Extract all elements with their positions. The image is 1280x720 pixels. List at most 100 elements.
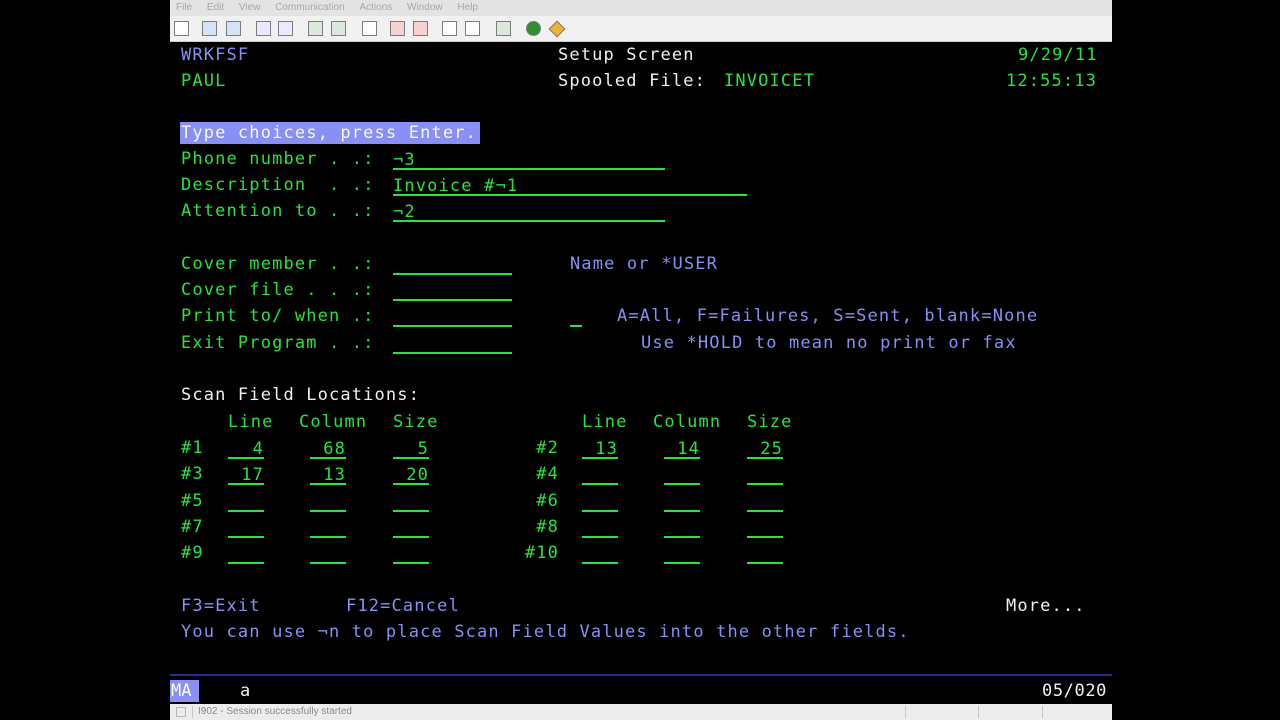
scan-column-input[interactable] [664, 518, 700, 538]
menu-edit[interactable]: Edit [207, 2, 224, 13]
scan-column-input[interactable] [664, 465, 700, 485]
program-name: WRKFSF [181, 45, 250, 65]
scan-column-input[interactable] [664, 492, 700, 512]
stop-icon[interactable] [465, 21, 480, 36]
menu-file[interactable]: File [176, 2, 192, 13]
spooled-file-label: Spooled File: [558, 71, 707, 91]
menu-help[interactable]: Help [457, 2, 478, 13]
status-divider [978, 706, 979, 718]
description-input[interactable]: Invoice #¬1 [393, 176, 747, 196]
help-message: You can use ¬n to place Scan Field Value… [181, 622, 910, 642]
instruction-text: Type choices, press Enter. [180, 122, 481, 144]
edit-icon[interactable] [548, 20, 566, 38]
clipboard-icon[interactable] [496, 21, 511, 36]
menu-window[interactable]: Window [407, 2, 443, 13]
scan-column-input[interactable]: 13 [310, 465, 346, 485]
phone-number-label: Phone number . .: [181, 149, 375, 169]
macro-icon[interactable] [413, 21, 428, 36]
emulator-window: File Edit View Communication Actions Win… [170, 0, 1112, 720]
scan-line-input[interactable] [228, 518, 264, 538]
status-divider [905, 706, 906, 718]
cover-member-input[interactable] [393, 255, 512, 275]
status-divider [192, 706, 193, 718]
scan-line-input[interactable] [582, 465, 618, 485]
status-divider [1042, 706, 1043, 718]
scan-line-input[interactable]: 4 [228, 439, 264, 459]
scan-size-input[interactable] [393, 492, 429, 512]
scan-column-input[interactable] [310, 492, 346, 512]
scan-left-size-header: Size [393, 412, 439, 432]
scan-left-line-header: Line [228, 412, 274, 432]
exit-program-input[interactable] [393, 334, 512, 354]
menu-actions[interactable]: Actions [359, 2, 392, 13]
scan-field-id: #2 [536, 438, 559, 458]
play-icon[interactable] [442, 21, 457, 36]
scan-size-input[interactable] [747, 465, 783, 485]
scan-line-input[interactable] [228, 544, 264, 564]
print-when-hint: A=All, F=Failures, S=Sent, blank=None [617, 306, 1039, 326]
scan-field-id: #3 [181, 464, 204, 484]
terminal-screen[interactable]: WRKFSF Setup Screen 9/29/11 PAUL Spooled… [170, 42, 1112, 674]
print-when-input[interactable] [570, 307, 582, 327]
scan-right-column-header: Column [653, 412, 722, 432]
date: 9/29/11 [1018, 45, 1098, 65]
print-to-input[interactable] [393, 307, 512, 327]
f12-cancel[interactable]: F12=Cancel [346, 595, 460, 617]
scan-size-input[interactable] [747, 518, 783, 538]
cover-member-hint: Name or *USER [570, 254, 719, 274]
cursor-position: 05/020 [1042, 681, 1108, 701]
scan-left-column-header: Column [299, 412, 368, 432]
chart-icon[interactable] [362, 21, 377, 36]
print-to-label: Print to/ when .: [181, 306, 375, 326]
send-icon[interactable] [256, 21, 271, 36]
scan-line-input[interactable] [582, 544, 618, 564]
receive-icon[interactable] [278, 21, 293, 36]
f3-exit[interactable]: F3=Exit [181, 595, 261, 617]
paste-icon[interactable] [226, 21, 241, 36]
operator-info-area: MA a 05/020 [170, 674, 1112, 704]
display-icon[interactable] [308, 21, 323, 36]
oia-mode: MA [170, 680, 200, 702]
record-icon[interactable] [390, 21, 405, 36]
scan-field-id: #7 [181, 517, 204, 537]
scan-field-id: #10 [524, 543, 559, 563]
scan-line-input[interactable]: 17 [228, 465, 264, 485]
scan-right-size-header: Size [747, 412, 793, 432]
scan-field-id: #5 [181, 491, 204, 511]
scan-line-input[interactable]: 13 [582, 439, 618, 459]
scan-size-input[interactable] [747, 544, 783, 564]
print-icon[interactable] [174, 21, 189, 36]
scan-size-input[interactable]: 20 [393, 465, 429, 485]
phone-number-input[interactable]: ¬3 [393, 150, 665, 170]
attention-to-label: Attention to . .: [181, 201, 375, 221]
globe-icon[interactable] [526, 21, 541, 36]
scan-size-input[interactable]: 25 [747, 439, 783, 459]
menu-view[interactable]: View [239, 2, 261, 13]
user-name: PAUL [181, 71, 227, 91]
scan-line-input[interactable] [228, 492, 264, 512]
scan-column-input[interactable] [664, 544, 700, 564]
attention-to-input[interactable]: ¬2 [393, 202, 665, 222]
description-label: Description . .: [181, 175, 375, 195]
scan-field-id: #8 [536, 517, 559, 537]
menu-communication[interactable]: Communication [275, 2, 344, 13]
screen-title: Setup Screen [558, 45, 695, 65]
scan-size-input[interactable] [393, 518, 429, 538]
cover-file-input[interactable] [393, 281, 512, 301]
menu-bar: File Edit View Communication Actions Win… [170, 0, 1112, 16]
scan-column-input[interactable] [310, 544, 346, 564]
scan-line-input[interactable] [582, 518, 618, 538]
cover-file-label: Cover file . . .: [181, 280, 375, 300]
scan-column-input[interactable] [310, 518, 346, 538]
scan-size-input[interactable]: 5 [393, 439, 429, 459]
scan-size-input[interactable] [393, 544, 429, 564]
more-indicator: More... [1006, 596, 1086, 616]
status-bar: I902 - Session successfully started [170, 704, 1112, 720]
spooled-file-value: INVOICET [724, 71, 816, 91]
scan-size-input[interactable] [747, 492, 783, 512]
copy-icon[interactable] [202, 21, 217, 36]
scan-line-input[interactable] [582, 492, 618, 512]
keyboard-icon[interactable] [331, 21, 346, 36]
scan-column-input[interactable]: 68 [310, 439, 346, 459]
scan-column-input[interactable]: 14 [664, 439, 700, 459]
